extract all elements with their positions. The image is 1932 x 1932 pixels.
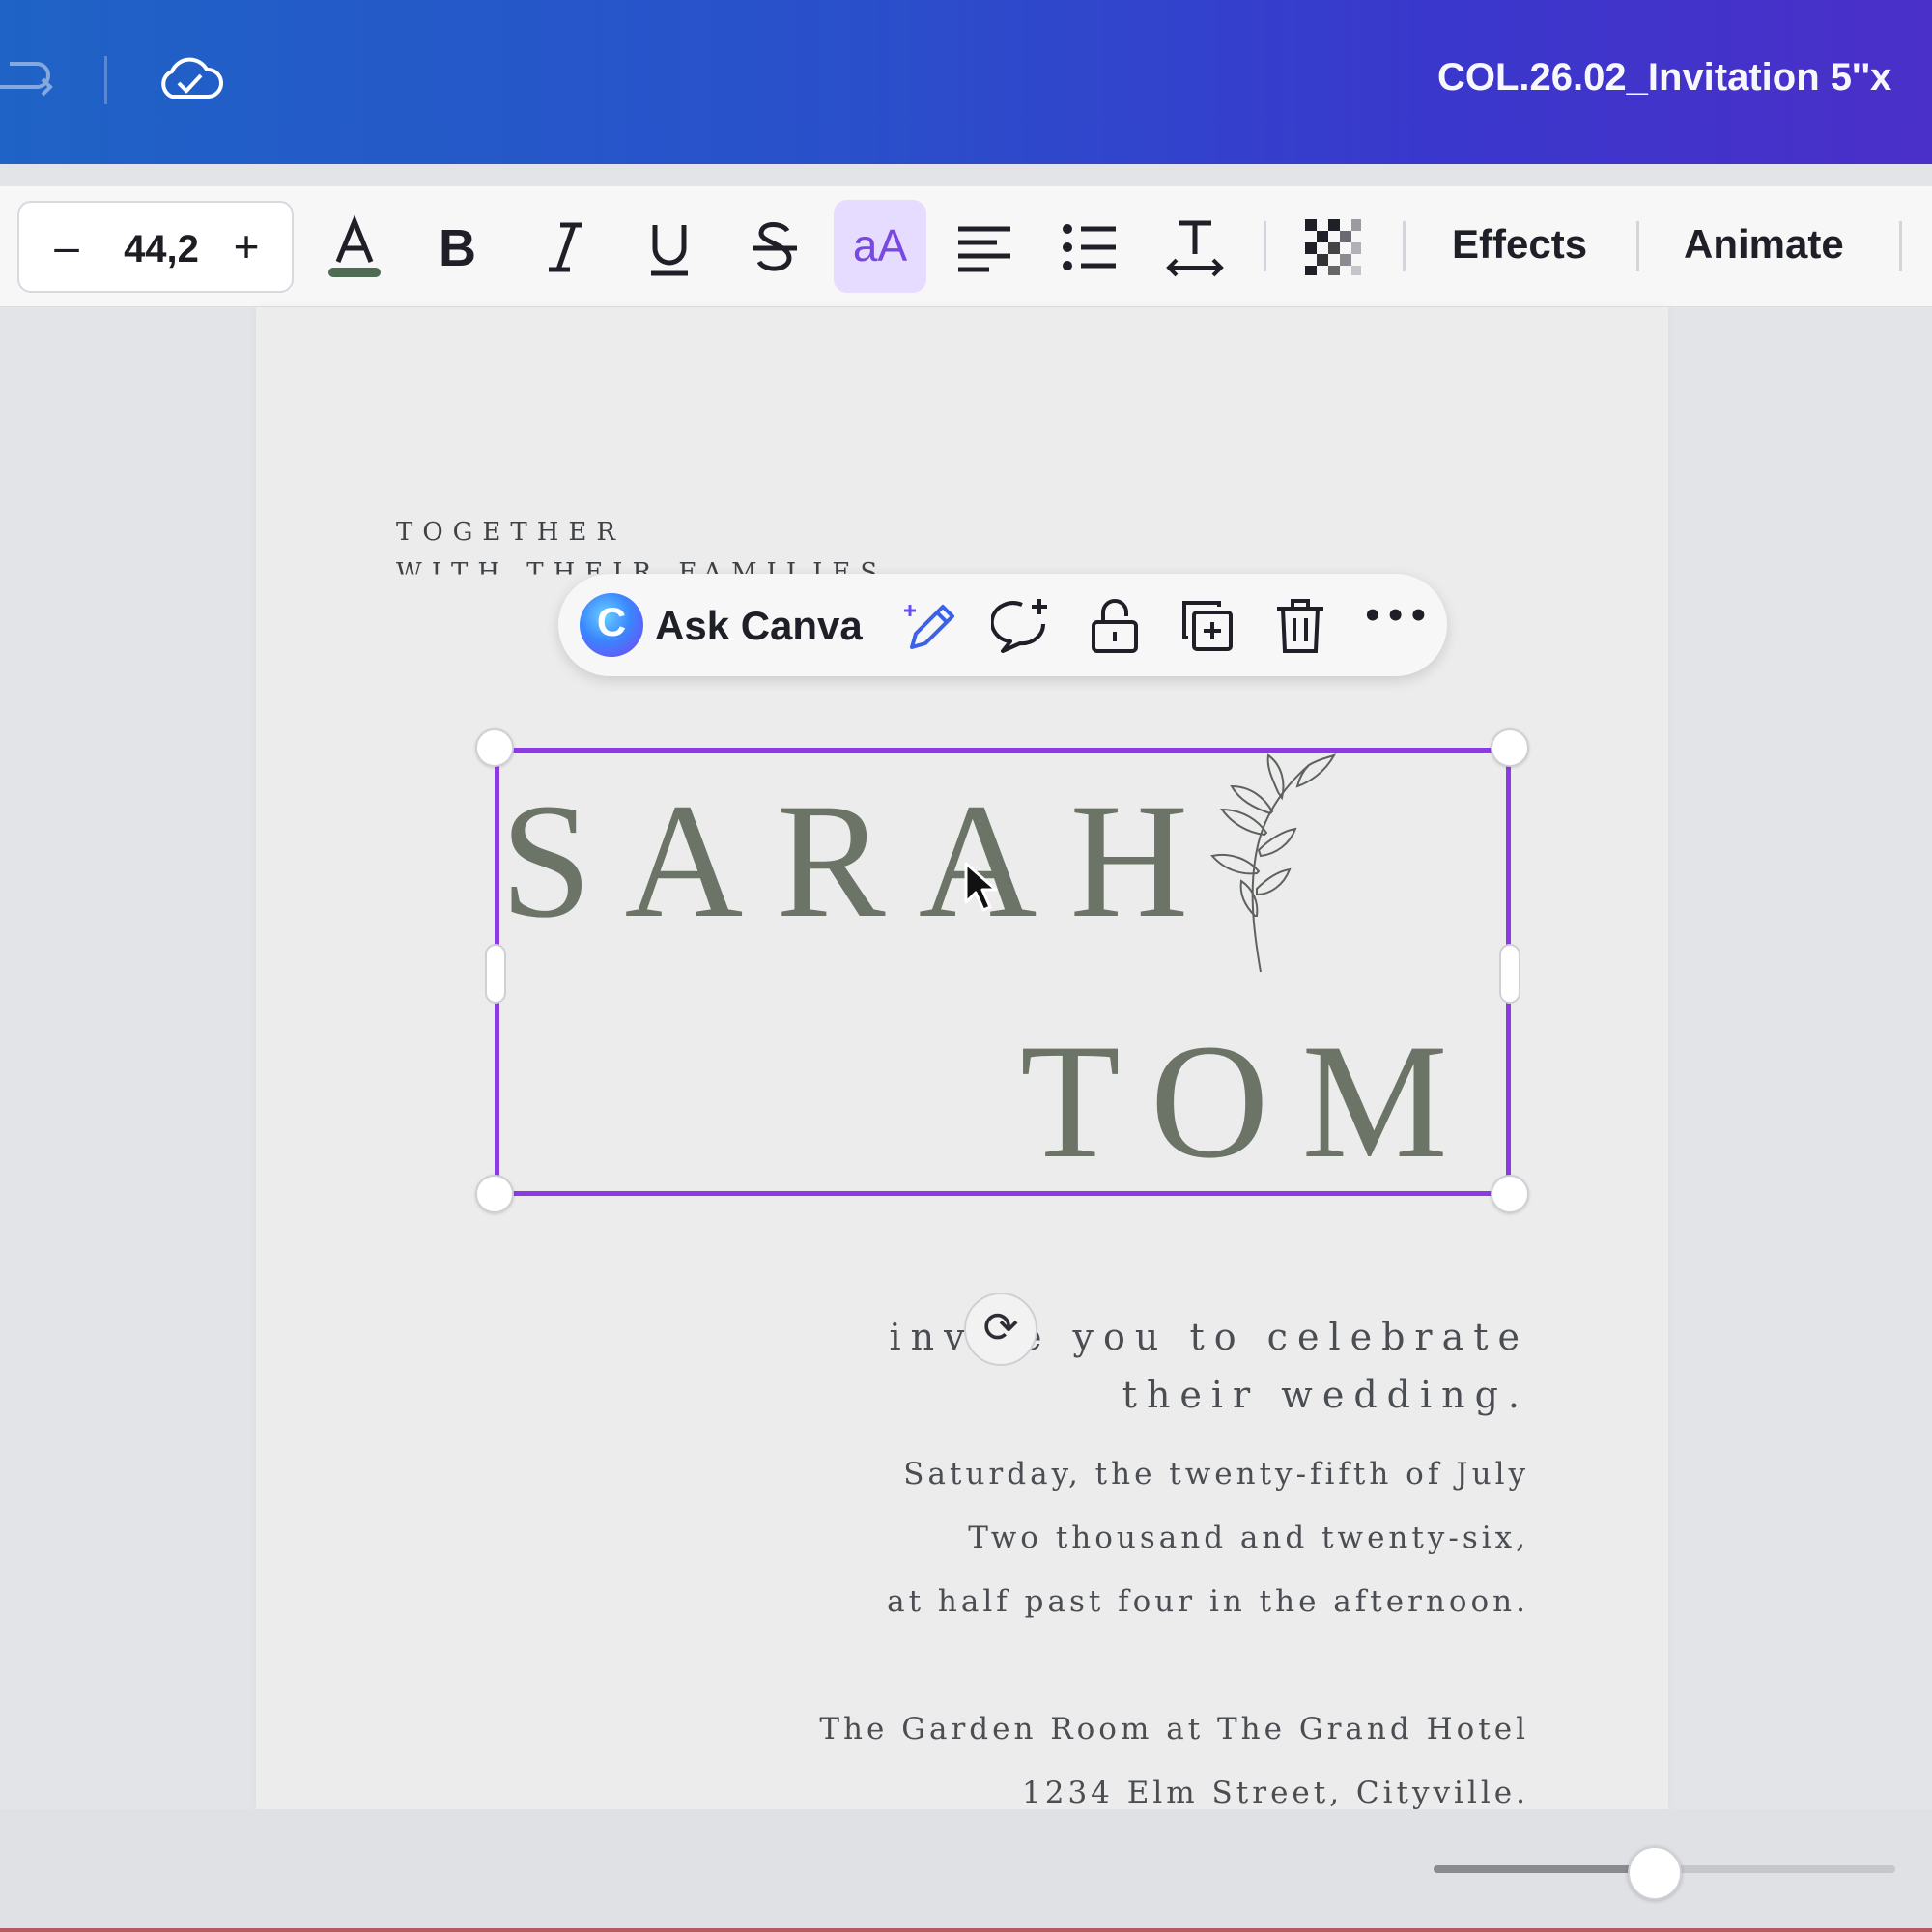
date-line-3[interactable]: at half past four in the afternoon. [887,1584,1529,1619]
zoom-slider-fill [1434,1865,1656,1873]
cloud-saved-icon[interactable] [155,50,224,108]
text-color-icon[interactable] [321,213,388,281]
text-toolbar: – 44,2 + B aA Effects Animate [0,186,1932,307]
magic-edit-pencil-icon[interactable] [898,595,960,657]
letter-case-label: aA [852,220,908,270]
animate-button[interactable]: Animate [1684,221,1844,268]
ask-canva-button[interactable]: Ask Canva [655,603,863,649]
together-text[interactable]: TOGETHER [396,518,625,547]
resize-handle-left[interactable] [485,944,506,1004]
lock-icon[interactable] [1084,595,1146,657]
font-size-stepper[interactable]: – 44,2 + [17,201,294,293]
bottom-bar [0,1809,1932,1932]
floating-context-menu: C Ask Canva ••• [558,574,1447,676]
venue-line-2[interactable]: 1234 Elm Street, Cityville. [1022,1776,1529,1810]
top-bar: COL.26.02_Invitation 5''x [0,0,1932,164]
toolbar-divider [104,56,107,104]
underline-icon[interactable] [636,213,703,281]
add-comment-icon[interactable] [989,595,1053,657]
bottom-edge-line [0,1928,1932,1932]
italic-icon[interactable] [531,213,599,281]
toolbar-divider [1636,221,1639,271]
ask-canva-logo-icon[interactable]: C [580,593,643,657]
font-size-value[interactable]: 44,2 [108,228,214,271]
venue-line-1[interactable]: The Garden Room at The Grand Hotel [819,1712,1529,1747]
more-options-icon[interactable]: ••• [1362,597,1429,659]
document-title[interactable]: COL.26.02_Invitation 5''x [1437,56,1891,99]
resize-handle-bottom-right[interactable] [1491,1175,1529,1213]
letter-case-button[interactable]: aA [834,200,926,293]
bullet-list-icon[interactable] [1056,213,1123,281]
strikethrough-icon[interactable] [741,213,809,281]
toolbar-divider [1899,221,1902,271]
duplicate-icon[interactable] [1177,595,1238,657]
toolbar-divider [1403,221,1406,271]
letter-spacing-icon[interactable] [1161,213,1229,281]
toolbar-divider [1264,221,1266,271]
ask-canva-logo-letter: C [596,599,627,644]
decrease-font-size-button[interactable]: – [43,222,91,270]
increase-font-size-button[interactable]: + [222,222,270,270]
redo-icon[interactable] [0,50,58,108]
svg-text:B: B [439,219,476,277]
resize-handle-top-left[interactable] [475,728,514,767]
zoom-slider-thumb[interactable] [1628,1846,1683,1900]
resize-handle-bottom-left[interactable] [475,1175,514,1213]
invite-line-2[interactable]: their wedding. [1122,1374,1529,1416]
effects-button[interactable]: Effects [1452,221,1587,268]
resize-handle-right[interactable] [1499,944,1520,1004]
mouse-cursor-icon [964,862,998,912]
transparency-icon[interactable] [1299,213,1367,281]
resize-handle-top-right[interactable] [1491,728,1529,767]
delete-trash-icon[interactable] [1269,595,1331,657]
rotate-handle-icon[interactable]: ⟳ [964,1293,1037,1366]
bold-icon[interactable]: B [425,213,493,281]
date-line-1[interactable]: Saturday, the twenty-fifth of July [903,1457,1529,1492]
date-line-2[interactable]: Two thousand and twenty-six, [968,1520,1529,1555]
align-left-icon[interactable] [951,213,1018,281]
text-selection-box[interactable] [495,748,1511,1196]
